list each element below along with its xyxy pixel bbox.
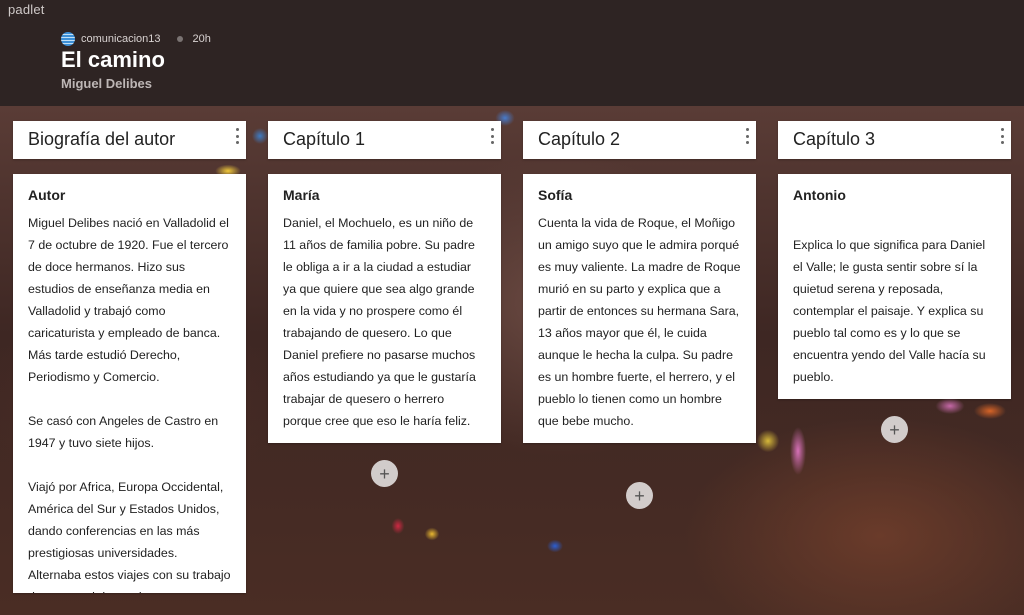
timestamp: 20h (192, 33, 211, 45)
globe-icon (61, 32, 75, 46)
post-card[interactable]: Autor Miguel Delibes nació en Valladolid… (13, 174, 246, 593)
page-title: El camino (61, 47, 165, 72)
add-post-button[interactable]: + (881, 416, 908, 443)
section-title: Capítulo 2 (538, 129, 621, 149)
plus-icon: + (379, 463, 390, 484)
section-capitulo-2: Capítulo 2 Sofía Cuenta la vida de Roque… (523, 121, 756, 443)
author-name[interactable]: comunicacion13 (81, 33, 161, 45)
post-card[interactable]: Sofía Cuenta la vida de Roque, el Moñigo… (523, 174, 756, 443)
page-subtitle: Miguel Delibes (61, 76, 153, 91)
section-header: Capítulo 1 (268, 121, 501, 159)
add-post-button[interactable]: + (626, 482, 653, 509)
section-header: Capítulo 3 (778, 121, 1011, 159)
post-body: Explica lo que significa para Daniel el … (793, 238, 986, 384)
plus-icon: + (634, 485, 645, 506)
post-heading: Antonio (793, 187, 846, 203)
padlet-header: padlet comunicacion13 20h El camino Migu… (0, 0, 1024, 106)
section-capitulo-3: Capítulo 3 Antonio Explica lo que signif… (778, 121, 1011, 399)
post-heading: Autor (28, 187, 66, 203)
post-heading: María (283, 187, 320, 203)
post-heading: Sofía (538, 187, 573, 203)
section-capitulo-1: Capítulo 1 María Daniel, el Mochuelo, es… (268, 121, 501, 443)
post-body: Miguel Delibes nació en Valladolid el 7 … (28, 216, 231, 593)
post-card[interactable]: María Daniel, el Mochuelo, es un niño de… (268, 174, 501, 443)
more-options-icon[interactable] (234, 128, 240, 144)
more-options-icon[interactable] (744, 128, 750, 144)
section-title: Biografía del autor (28, 129, 176, 149)
section-title: Capítulo 1 (283, 129, 366, 149)
post-card[interactable]: Antonio Explica lo que significa para Da… (778, 174, 1011, 399)
add-post-button[interactable]: + (371, 460, 398, 487)
separator-dot (176, 36, 183, 42)
section-biografia: Biografía del autor Autor Miguel Delibes… (13, 121, 246, 593)
plus-icon: + (889, 419, 900, 440)
post-body: Cuenta la vida de Roque, el Moñigo un am… (538, 216, 741, 428)
more-options-icon[interactable] (999, 128, 1005, 144)
section-header: Biografía del autor (13, 121, 246, 159)
section-title: Capítulo 3 (793, 129, 876, 149)
section-header: Capítulo 2 (523, 121, 756, 159)
padlet-logo[interactable]: padlet (8, 2, 45, 17)
post-body: Daniel, el Mochuelo, es un niño de 11 añ… (283, 216, 476, 428)
post-meta: comunicacion13 20h (61, 31, 211, 47)
more-options-icon[interactable] (489, 128, 495, 144)
